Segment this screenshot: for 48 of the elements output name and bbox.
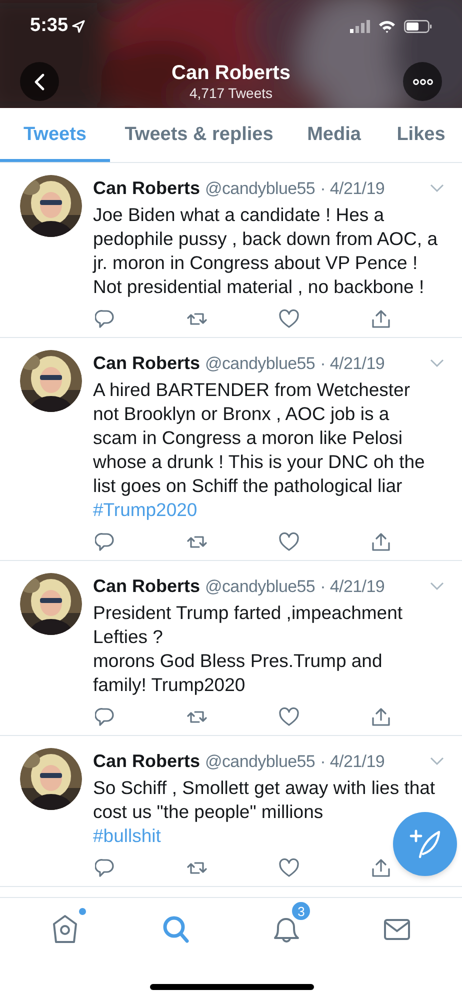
wifi-icon [378, 20, 396, 32]
reply-icon[interactable] [95, 309, 115, 329]
tweet-date: · 4/21/19 [320, 353, 384, 375]
author-handle: @candyblue55 [205, 576, 316, 598]
feather-plus-icon [408, 827, 442, 861]
profile-name: Can Roberts [172, 63, 290, 83]
author-handle: @candyblue55 [205, 353, 316, 375]
tab[interactable]: Likes [380, 108, 462, 162]
tweet-date: · 4/21/19 [320, 751, 384, 773]
compose-button[interactable] [393, 812, 457, 876]
tweet-date: · 4/21/19 [320, 178, 384, 200]
author-handle: @candyblue55 [205, 751, 316, 773]
hashtag-link[interactable]: #bullshit [93, 824, 161, 848]
tab[interactable]: Tweets & replies [110, 108, 288, 162]
more-button[interactable] [403, 62, 442, 101]
tweet-count: 4,717 Tweets [189, 86, 273, 100]
author-name: Can Roberts [93, 177, 200, 200]
share-icon[interactable] [371, 309, 391, 329]
heart-icon[interactable] [279, 707, 299, 727]
notification-badge: 3 [291, 901, 312, 921]
share-icon[interactable] [371, 707, 391, 727]
reply-icon[interactable] [95, 707, 115, 727]
heart-icon[interactable] [279, 532, 299, 552]
author-name: Can Roberts [93, 575, 200, 598]
tweet-text: President Trump farted ,impeachment Lefties ? morons God Bless Pres.Trump and family! Trump2020 [93, 601, 404, 697]
author-handle: @candyblue55 [205, 178, 316, 200]
share-icon[interactable] [371, 858, 391, 878]
more-icon [412, 78, 432, 84]
back-button[interactable] [20, 62, 59, 101]
heart-icon[interactable] [279, 858, 299, 878]
reply-icon[interactable] [95, 858, 115, 878]
tweet-text: A hired BARTENDER from Wetchester not Brooklyn or Bronx , AOC job is a scam in Congress a moron like Pelosi whose a drunk ! This is your DNC oh the list goes on Schiff the pathological liar [93, 378, 426, 498]
tweet-text: So Schiff , Smollett get away with lies that cost us "the people" millions [93, 776, 436, 824]
tweet-text: Joe Biden what a candidate ! Hes a pedophile pussy , back down from AOC, a jr. moron in Congress about VP Pence ! Not presidential material , no backbone ! [93, 203, 438, 299]
location-arrow-icon [72, 20, 86, 32]
tab[interactable]: Media [288, 108, 380, 162]
battery-icon [404, 20, 432, 32]
chevron-left-icon [32, 72, 46, 90]
heart-icon[interactable] [279, 309, 299, 329]
hashtag-link[interactable]: #Trump2020 [93, 498, 198, 522]
signal-icon [350, 20, 370, 32]
clock-time: 5:35 [30, 14, 68, 38]
share-icon[interactable] [371, 532, 391, 552]
reply-icon[interactable] [95, 532, 115, 552]
author-name: Can Roberts [93, 750, 200, 773]
tweet-date: · 4/21/19 [320, 576, 384, 598]
author-name: Can Roberts [93, 352, 200, 375]
tab[interactable]: Tweets [0, 108, 110, 162]
